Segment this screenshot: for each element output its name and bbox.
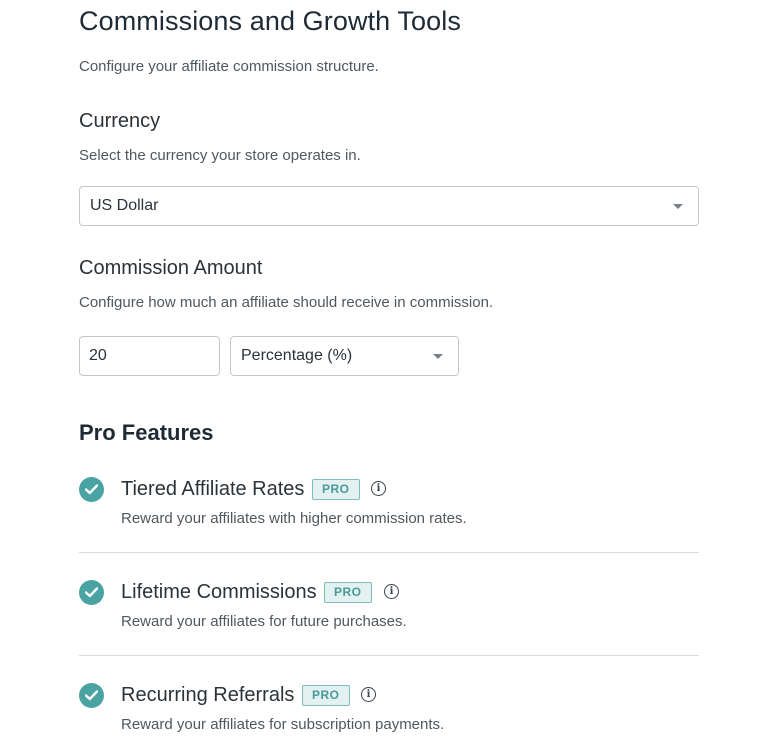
commission-amount-label: Commission Amount xyxy=(79,257,263,279)
currency-select[interactable]: US Dollar xyxy=(79,186,699,226)
pro-badge: PRO xyxy=(312,479,360,500)
feature-description: Reward your affiliates with higher commi… xyxy=(121,510,467,527)
feature-name: Lifetime Commissions xyxy=(121,581,317,603)
chevron-down-icon xyxy=(433,354,443,359)
feature-description: Reward your affiliates for future purcha… xyxy=(121,613,407,630)
info-icon[interactable]: i xyxy=(371,481,386,496)
commission-amount-input[interactable] xyxy=(79,336,220,376)
feature-name: Tiered Affiliate Rates xyxy=(121,478,305,500)
commission-amount-description: Configure how much an affiliate should r… xyxy=(79,294,494,311)
commission-type-select[interactable]: Percentage (%) xyxy=(230,336,459,376)
chevron-down-icon xyxy=(673,204,683,209)
currency-description: Select the currency your store operates … xyxy=(79,147,361,164)
info-icon[interactable]: i xyxy=(361,687,376,702)
pro-badge: PRO xyxy=(324,582,372,603)
check-circle-icon[interactable] xyxy=(79,683,104,708)
check-circle-icon[interactable] xyxy=(79,580,104,605)
divider xyxy=(79,655,699,656)
divider xyxy=(79,552,699,553)
page-subtitle: Configure your affiliate commission stru… xyxy=(79,58,379,75)
pro-features-title: Pro Features xyxy=(79,420,214,445)
feature-description: Reward your affiliates for subscription … xyxy=(121,716,445,733)
currency-label: Currency xyxy=(79,110,161,132)
info-icon[interactable]: i xyxy=(384,584,399,599)
feature-name: Recurring Referrals xyxy=(121,684,295,706)
pro-badge: PRO xyxy=(302,685,350,706)
page-title: Commissions and Growth Tools xyxy=(79,6,461,36)
check-circle-icon[interactable] xyxy=(79,477,104,502)
currency-select-value: US Dollar xyxy=(90,197,159,214)
commission-type-value: Percentage (%) xyxy=(241,347,353,364)
